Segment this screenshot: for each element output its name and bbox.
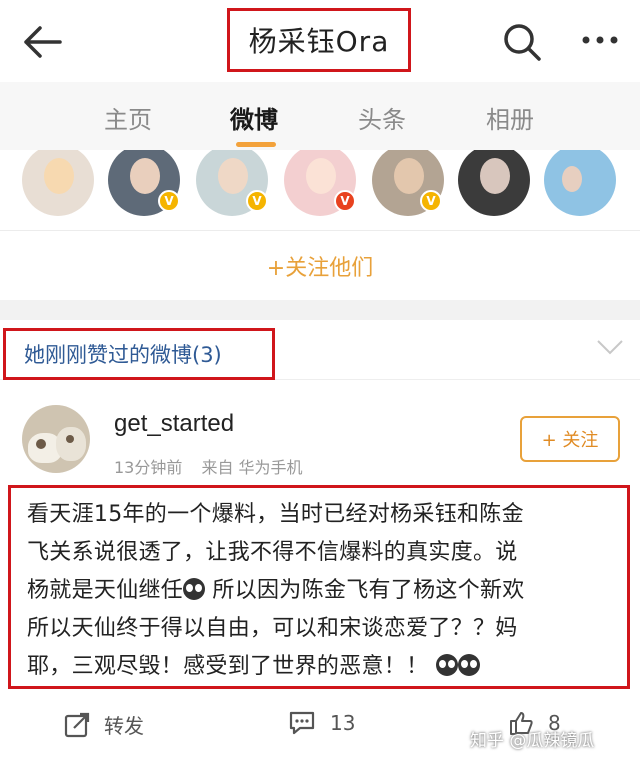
- post-text-segment: 所以因为陈金飞有了杨这个新欢: [212, 578, 525, 603]
- verified-badge-icon: V: [246, 190, 268, 212]
- liked-posts-label[interactable]: 她刚刚赞过的微博(3): [24, 339, 222, 369]
- followed-avatars-row: V V V V: [0, 150, 640, 230]
- more-icon[interactable]: [580, 30, 620, 50]
- post-meta: 13分钟前 来自 华为手机: [114, 454, 317, 478]
- top-bar: 杨采钰Ora: [0, 0, 640, 82]
- follow-them-button[interactable]: +关注他们: [267, 250, 373, 282]
- profile-tabs: 主页 微博 头条 相册: [0, 82, 640, 150]
- avatar[interactable]: [22, 405, 90, 473]
- verified-badge-icon: V: [420, 190, 442, 212]
- back-arrow-icon[interactable]: [20, 22, 64, 62]
- post-text-line: 看天涯15年的一个爆料，当时已经对杨采钰和陈金: [27, 502, 524, 527]
- page-title: 杨采钰Ora: [248, 25, 390, 58]
- active-tab-indicator: [236, 142, 276, 147]
- tab-album[interactable]: 相册: [486, 100, 534, 135]
- post-source: 来自 华为手机: [201, 458, 303, 477]
- post-text-line: 飞关系说很透了，让我不得不信爆料的真实度。说: [27, 540, 518, 565]
- avatar[interactable]: [458, 150, 530, 216]
- post-username[interactable]: get_started: [114, 410, 234, 438]
- comment-count: 13: [330, 711, 356, 735]
- post-card: get_started 13分钟前 来自 华为手机 + 关注 看天涯15年的一个…: [0, 380, 640, 763]
- repost-label: 转发: [104, 714, 144, 738]
- tab-headlines[interactable]: 头条: [358, 100, 406, 135]
- avatar[interactable]: [22, 150, 94, 216]
- repost-button[interactable]: 转发: [64, 710, 144, 739]
- post-text-line: 杨就是天仙继任 所以因为陈金飞有了杨这个新欢: [27, 572, 613, 610]
- comment-button[interactable]: 13: [288, 710, 355, 736]
- liked-posts-highlight: 她刚刚赞过的微博(3): [3, 328, 275, 380]
- post-text-line: 所以天仙终于得以自由，可以和宋谈恋爱了？？妈: [27, 616, 518, 641]
- page-title-box: 杨采钰Ora: [227, 8, 411, 72]
- tab-home[interactable]: 主页: [104, 100, 152, 135]
- verified-badge-icon: V: [334, 190, 356, 212]
- post-text-line: 耶，三观尽毁！感受到了世界的恶意！！: [27, 648, 613, 686]
- post-text-segment: 杨就是天仙继任: [27, 578, 184, 603]
- post-content: 看天涯15年的一个爆料，当时已经对杨采钰和陈金 飞关系说很透了，让我不得不信爆料…: [8, 485, 630, 689]
- repost-icon: [64, 712, 90, 737]
- search-icon[interactable]: [502, 22, 542, 62]
- follow-button[interactable]: + 关注: [520, 416, 620, 462]
- comment-icon: [289, 711, 315, 735]
- tab-weibo[interactable]: 微博: [230, 100, 278, 135]
- section-divider: [0, 300, 640, 320]
- post-text-segment: 耶，三观尽毁！感受到了世界的恶意！！: [27, 654, 429, 679]
- watermark: 知乎 @瓜辣镜瓜: [470, 731, 595, 751]
- follow-them-row[interactable]: +关注他们: [0, 230, 640, 300]
- emoji-icon: [183, 578, 206, 600]
- avatar[interactable]: [544, 150, 616, 216]
- emoji-icon: [435, 654, 458, 676]
- chevron-down-icon[interactable]: [596, 338, 624, 356]
- liked-posts-header[interactable]: 她刚刚赞过的微博(3): [0, 320, 640, 380]
- post-time: 13分钟前: [114, 458, 183, 477]
- verified-badge-icon: V: [158, 190, 180, 212]
- emoji-icon: [457, 654, 480, 676]
